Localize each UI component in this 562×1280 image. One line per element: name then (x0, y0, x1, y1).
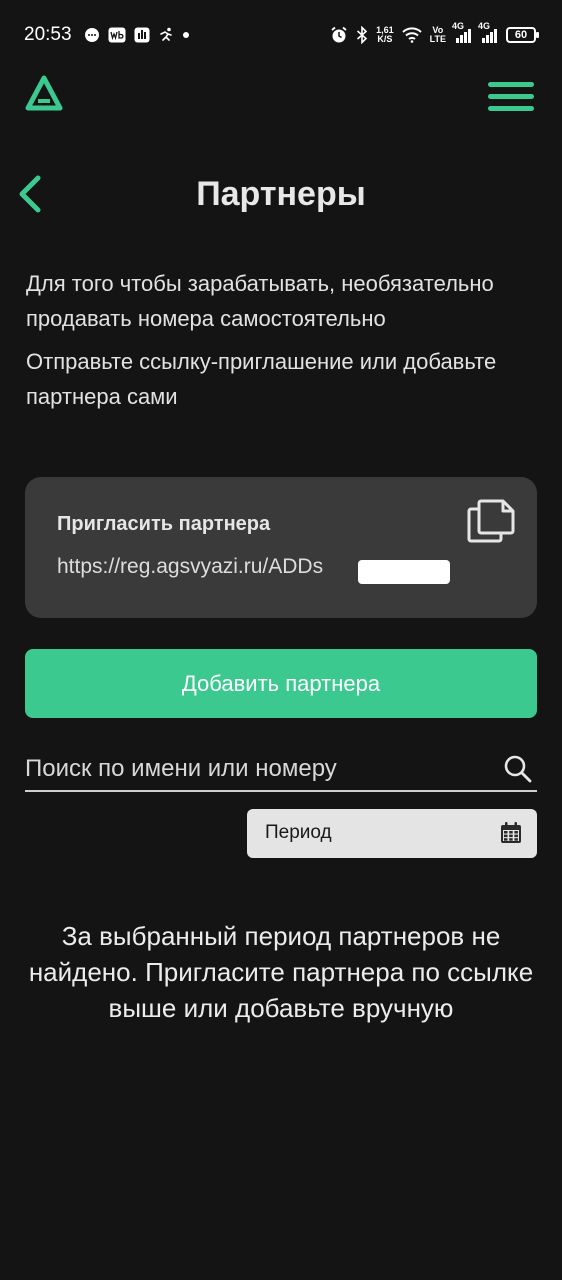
status-bar-left: 20:53 (24, 24, 190, 46)
chat-icon (84, 27, 100, 43)
intro-text: Для того чтобы зарабатывать, необязатель… (26, 266, 526, 414)
wifi-icon (401, 27, 422, 43)
signal-icon: 4G (452, 22, 472, 44)
invite-link[interactable]: https://reg.agsvyazi.ru/ADDs (57, 555, 323, 579)
search-icon[interactable] (503, 754, 533, 784)
menu-line (488, 82, 534, 87)
wb-icon (108, 27, 126, 43)
menu-line (488, 94, 534, 99)
intro-paragraph-2: Отправьте ссылку-приглашение или добавьт… (26, 349, 497, 409)
add-partner-button[interactable]: Добавить партнера (25, 649, 537, 718)
volte-bottom: LTE (429, 34, 446, 44)
app-bar (0, 70, 562, 130)
status-bar-right: 1,61 K/S Vo LTE 4G 4G 60 (330, 22, 539, 44)
hamburger-menu-icon[interactable] (488, 82, 534, 114)
copy-icon[interactable] (465, 491, 517, 543)
status-time: 20:53 (24, 24, 72, 45)
search-input[interactable] (25, 748, 485, 790)
logo-triangle-icon[interactable] (25, 75, 63, 111)
app-icon (134, 27, 150, 43)
net-speed: 1,61 K/S (376, 26, 394, 44)
status-bar: 20:53 1,61 K/S Vo LTE 4G 4G 60 (0, 0, 562, 70)
empty-state-message: За выбранный период партнеров не найдено… (28, 921, 534, 1023)
alarm-icon (330, 26, 348, 44)
signal-icon-2: 4G (478, 22, 498, 44)
dot-icon (182, 31, 190, 39)
signal-type-1: 4G (452, 21, 465, 31)
running-icon (158, 27, 174, 43)
signal-type-2: 4G (478, 21, 491, 31)
menu-line (488, 106, 534, 111)
bluetooth-icon (356, 26, 368, 44)
page-title: Партнеры (196, 175, 366, 213)
redacted-block (358, 560, 450, 584)
battery-icon: 60 (506, 27, 539, 43)
calendar-icon (499, 821, 523, 845)
battery-level: 60 (514, 29, 528, 41)
net-speed-unit: K/S (377, 34, 393, 44)
invite-title: Пригласить партнера (57, 513, 271, 535)
period-label: Период (265, 822, 332, 843)
search-bar (25, 748, 537, 792)
intro-paragraph-1: Для того чтобы зарабатывать, необязатель… (26, 271, 494, 331)
invite-card: Пригласить партнера https://reg.agsvyazi… (25, 477, 537, 618)
volte-indicator: Vo LTE (430, 26, 446, 44)
period-filter-button[interactable]: Период (247, 809, 537, 858)
